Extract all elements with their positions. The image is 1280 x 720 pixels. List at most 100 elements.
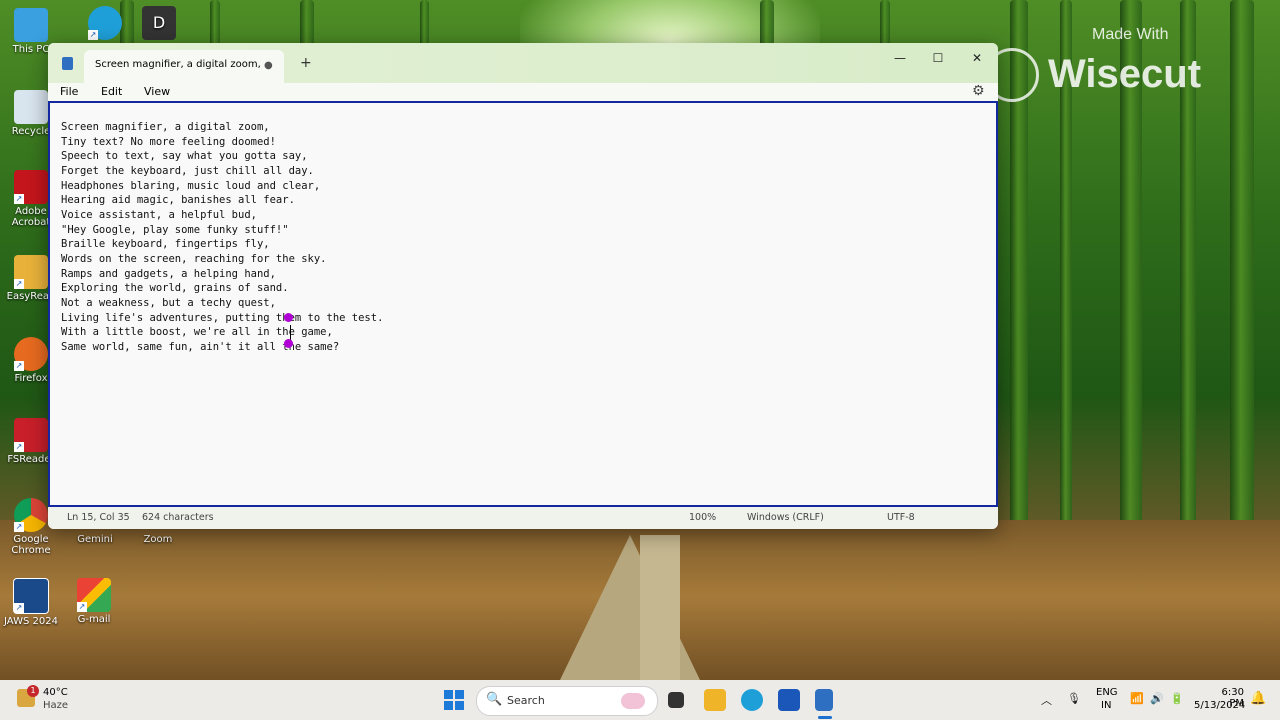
text-line: Exploring the world, grains of sand.	[61, 282, 289, 294]
shortcut-arrow-icon: ↗	[14, 279, 24, 289]
new-tab-button[interactable]: +	[300, 55, 312, 71]
menu-view[interactable]: View	[144, 85, 170, 98]
gmail-icon: ↗	[77, 578, 111, 612]
desktop-icon-jaws[interactable]: ↗ JAWS 2024	[0, 578, 62, 627]
notification-bell-icon[interactable]: 🔔	[1250, 691, 1266, 706]
maximize-button[interactable]: ☐	[918, 47, 958, 69]
text-line: Ramps and gadgets, a helping hand,	[61, 268, 276, 280]
weather-temperature[interactable]: 40°C	[43, 687, 68, 698]
shortcut-arrow-icon: ↗	[14, 361, 24, 371]
text-line: Braille keyboard, fingertips fly,	[61, 238, 270, 250]
shortcut-arrow-icon: ↗	[88, 30, 98, 40]
language-indicator[interactable]: ENG	[1096, 687, 1118, 698]
store-icon[interactable]	[778, 689, 800, 711]
firefox-icon: ↗	[14, 337, 48, 371]
shortcut-arrow-icon: ↗	[14, 603, 24, 613]
desktop-icon-label: JAWS 2024	[4, 616, 58, 627]
menu-bar: File Edit View	[48, 83, 998, 101]
text-line: Words on the screen, reaching for the sk…	[61, 253, 327, 265]
desktop-icon-edge[interactable]: ↗	[74, 6, 136, 42]
bamboo-stalk	[1230, 0, 1254, 560]
windows-logo-icon	[444, 690, 453, 699]
chrome-icon: ↗	[14, 498, 48, 532]
taskbar: 1 40°C Haze 🔍 Search ︿ 🎙 ENG IN 📶 🔊 🔋 6:…	[0, 680, 1280, 720]
start-button[interactable]	[444, 690, 464, 710]
text-editor-area[interactable]: Screen magnifier, a digital zoom, Tiny t…	[48, 101, 998, 507]
encoding[interactable]: UTF-8	[887, 512, 915, 523]
weather-alert-badge: 1	[27, 685, 39, 697]
active-app-indicator	[818, 716, 832, 719]
line-ending[interactable]: Windows (CRLF)	[747, 512, 824, 523]
text-line: Tiny text? No more feeling doomed!	[61, 136, 276, 148]
character-count: 624 characters	[142, 512, 214, 523]
text-line: Not a weakness, but a techy quest,	[61, 297, 276, 309]
battery-icon[interactable]: 🔋	[1170, 692, 1184, 705]
shortcut-arrow-icon: ↗	[14, 522, 24, 532]
acrobat-icon: ↗	[14, 170, 48, 204]
shortcut-arrow-icon: ↗	[14, 194, 24, 204]
text-line: Same world, same fun, ain't it all the s…	[61, 341, 340, 353]
desktop-icon-label: Google Chrome	[11, 534, 51, 556]
search-highlight-icon	[621, 693, 645, 709]
minimize-button[interactable]: —	[880, 47, 920, 69]
title-bar[interactable]: Screen magnifier, a digital zoom, ● + — …	[48, 43, 998, 83]
watermark-made-with: Made With	[1092, 26, 1169, 43]
notepad-app-icon	[62, 57, 73, 70]
taskbar-search-box[interactable]: 🔍 Search	[476, 686, 658, 716]
monitor-icon	[14, 8, 48, 42]
recycle-bin-icon	[14, 90, 48, 124]
text-line: With a little boost, we're all in the ga…	[61, 326, 333, 338]
shortcut-arrow-icon: ↗	[14, 442, 24, 452]
fsreader-icon: ↗	[14, 418, 48, 452]
desktop-icon-label: Zoom	[143, 534, 173, 545]
selection-handle-top[interactable]	[284, 313, 293, 322]
d-app-icon: D	[142, 6, 176, 40]
desktop-icon-gmail[interactable]: ↗ G-mail	[63, 578, 125, 625]
menu-file[interactable]: File	[60, 85, 78, 98]
weather-description[interactable]: Haze	[43, 700, 68, 711]
task-view-icon[interactable]	[668, 692, 684, 708]
text-line: Headphones blaring, music loud and clear…	[61, 180, 321, 192]
tab-title: Screen magnifier, a digital zoom,	[95, 59, 261, 70]
menu-edit[interactable]: Edit	[101, 85, 122, 98]
unsaved-dot-icon[interactable]: ●	[264, 60, 273, 71]
microphone-icon[interactable]: 🎙	[1067, 692, 1081, 705]
shortcut-arrow-icon: ↗	[77, 602, 87, 612]
close-button[interactable]: ✕	[957, 47, 997, 69]
desktop-icon-label: G-mail	[77, 614, 111, 625]
text-line: Forget the keyboard, just chill all day.	[61, 165, 314, 177]
status-bar: Ln 15, Col 35 624 characters 100% Window…	[48, 507, 998, 529]
zoom-level[interactable]: 100%	[689, 512, 716, 523]
text-line: Screen magnifier, a digital zoom,	[61, 121, 270, 133]
notepad-window: Screen magnifier, a digital zoom, ● + — …	[48, 43, 998, 529]
notepad-taskbar-icon[interactable]	[815, 689, 833, 711]
windows-logo-icon	[444, 701, 453, 710]
desktop-icon-d[interactable]: D	[128, 6, 190, 42]
watermark-brand: Wisecut	[1048, 52, 1202, 96]
text-line: Hearing aid magic, banishes all fear.	[61, 194, 295, 206]
search-label: Search	[507, 694, 545, 707]
windows-logo-icon	[455, 701, 464, 710]
tray-chevron-icon[interactable]: ︿	[1041, 692, 1052, 708]
jaws-icon: ↗	[13, 578, 49, 614]
text-line: "Hey Google, play some funky stuff!"	[61, 224, 289, 236]
selection-handle-bottom[interactable]	[284, 339, 293, 348]
text-line: Speech to text, say what you gotta say,	[61, 150, 308, 162]
clock-date[interactable]: 5/13/2024	[1194, 700, 1245, 711]
easyread-icon: ↗	[14, 255, 48, 289]
volume-icon[interactable]: 🔊	[1150, 692, 1164, 705]
text-line: Living life's adventures, putting them t…	[61, 312, 384, 324]
edge-taskbar-icon[interactable]	[741, 689, 763, 711]
text-line: Voice assistant, a helpful bud,	[61, 209, 257, 221]
file-explorer-icon[interactable]	[704, 689, 726, 711]
region-indicator[interactable]: IN	[1101, 700, 1111, 711]
wifi-icon[interactable]: 📶	[1130, 692, 1144, 705]
tab-document[interactable]: Screen magnifier, a digital zoom, ●	[84, 50, 284, 83]
desktop-icon-label: Gemini	[77, 534, 113, 545]
windows-logo-icon	[455, 690, 464, 699]
edge-browser-icon: ↗	[88, 6, 122, 40]
settings-gear-icon[interactable]: ⚙	[972, 83, 985, 99]
forest-path-center	[640, 535, 680, 680]
cursor-position: Ln 15, Col 35	[67, 512, 130, 523]
search-icon: 🔍	[486, 692, 503, 707]
